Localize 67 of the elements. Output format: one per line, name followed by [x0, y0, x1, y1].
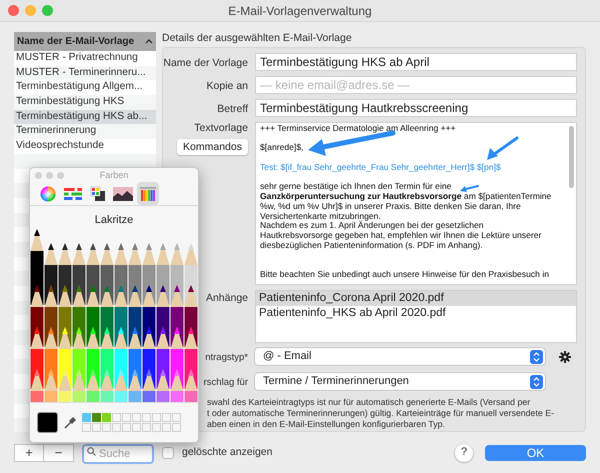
commands-button[interactable]: Kommandos: [177, 139, 248, 155]
text-field[interactable]: Terminbestätigung Hautkrebsscreening: [255, 99, 577, 117]
template-line: %w, %d um %v Uhr]$ in unserer Praxis. Bitte denken Sie daran, Ihre: [260, 202, 521, 212]
minimize-button[interactable]: [25, 5, 36, 16]
dropdown[interactable]: @ - Email: [255, 348, 545, 365]
template-line: Nachdem es zum 1. April Änderungen bei der gesetzlichen: [260, 221, 484, 232]
template-line: sehr gerne bestätige ich Ihnen den Termin für eine: [260, 182, 452, 192]
field-label: Textvorlage: [194, 122, 248, 135]
list-item[interactable]: MUSTER - Terminerinneru...: [14, 66, 156, 80]
dropdown[interactable]: Termine / Terminerinnerungen: [255, 373, 545, 390]
template-text-area[interactable]: [255, 122, 577, 285]
help-button[interactable]: ?: [455, 444, 473, 462]
color-swatch[interactable]: [82, 413, 91, 422]
stepper-icon: [530, 374, 543, 388]
template-line: Bitte beachten Sie unbedingt auch unsere Hinweise für den Praxisbesuch in: [260, 270, 550, 280]
remove-button[interactable]: −: [44, 444, 74, 462]
field-label: Kopie an: [206, 80, 248, 92]
info-text: swahl des Karteieintragtyps ist nur für automatisch generierte E-Mails (Versand per: [207, 397, 530, 408]
template-line: Hautkrebsvorsorge gegeben hat, empfehlen wir Ihnen die Lektüre unserer: [260, 231, 542, 241]
info-text: t oder automatische Terminerinnerungen) gültig. Karteieinträge für manuell versendete E-: [207, 408, 554, 419]
window-title: E-Mail-Vorlagenverwaltung: [228, 4, 372, 18]
color-wheel-icon: [40, 186, 56, 202]
field-label: Betreff: [217, 102, 248, 114]
template-line: Test: $[if_frau Sehr_geehrte_Frau Sehr_geehrter_Herr]$ $[pn]$: [260, 162, 501, 173]
eyedropper-icon[interactable]: [64, 416, 76, 428]
info-text: aben einen in den E-Mail-Einstellungen konfigurierbaren Typ.: [207, 419, 445, 430]
settings-icon[interactable]: [559, 350, 571, 362]
color-swatch[interactable]: [92, 413, 101, 422]
add-button[interactable]: +: [14, 444, 44, 462]
zoom-button[interactable]: [42, 5, 53, 16]
sort-caret-icon: [145, 39, 153, 44]
landscape-image-icon: [113, 186, 133, 200]
stepper-icon: [530, 350, 543, 364]
search-icon: [87, 446, 96, 456]
template-line: Versichertenkarte mitzubringen.: [260, 212, 381, 221]
list-item[interactable]: Terminbestätigung HKS ab...: [14, 110, 156, 124]
checkbox-label: gelöschte anzeigen: [182, 446, 272, 459]
input-field[interactable]: — keine email@adres.se —: [255, 76, 577, 94]
checkbox[interactable]: [162, 446, 174, 458]
field-label: Anhänge: [206, 292, 248, 304]
template-line: +++ Terminservice Dermatologie am Alleenring +++: [260, 124, 456, 134]
arrow-annotation: [487, 136, 518, 160]
sliders-icon: [64, 186, 82, 200]
close-button[interactable]: [8, 5, 19, 16]
search-field[interactable]: Suche: [82, 444, 154, 464]
pencils-icon: [140, 186, 156, 202]
field-label: Name der Vorlage: [163, 56, 248, 68]
text-field[interactable]: Terminbestätigung HKS ab April: [255, 53, 577, 71]
template-line: $[anrede]$,: [260, 143, 304, 154]
attachment-item[interactable]: Patienteninfo_HKS ab April 2020.pdf: [256, 306, 576, 321]
scrollbar-thumb[interactable]: [569, 126, 574, 188]
color-swatch[interactable]: [102, 413, 111, 422]
group-title: Details der ausgewählten E-Mail-Vorlage: [162, 32, 353, 45]
pencil-name: Lakritze: [94, 214, 134, 227]
table-header[interactable]: Name der E-Mail-Vorlage: [14, 32, 156, 51]
field-label: ntragstyp*: [205, 352, 248, 363]
panel-title: Farben: [100, 169, 128, 182]
list-item[interactable]: Terminbestätigung HKS: [14, 95, 156, 110]
field-label: rschlag für: [204, 377, 248, 388]
template-line: Ganzkörperuntersuchung zur Hautkrebsvorsorge am $[patientenTermine: [260, 192, 552, 202]
pencils-drawing[interactable]: [30, 229, 198, 402]
color-well[interactable]: [37, 412, 58, 433]
arrow-annotation: [460, 185, 479, 192]
attachment-item[interactable]: Patienteninfo_Corona April 2020.pdf: [256, 291, 576, 306]
list-item[interactable]: Terminerinnerung: [14, 124, 156, 140]
palette-icon: [90, 186, 106, 202]
template-line: diesbezüglichen Patienteninformation (s. PDF im Anhang).: [260, 240, 483, 251]
